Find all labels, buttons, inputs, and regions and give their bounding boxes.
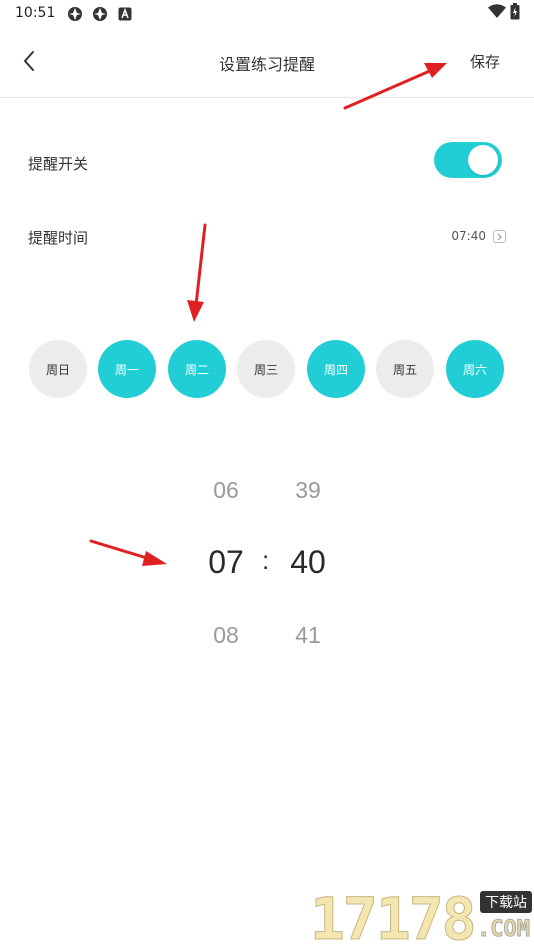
minute-selected[interactable]: 40 <box>268 544 348 581</box>
wifi-icon <box>488 3 506 23</box>
app-notification-icon <box>67 6 83 22</box>
annotation-arrow-picker <box>89 539 167 566</box>
day-chip-monday[interactable]: 周一 <box>98 340 156 398</box>
chevron-right-box-icon[interactable] <box>493 230 506 243</box>
reminder-time-value[interactable]: 07:40 <box>451 229 486 243</box>
header-bar: 设置练习提醒 保存 <box>0 28 534 98</box>
status-bar: 10:51 <box>0 0 534 28</box>
watermark-badge: 下载站 <box>480 891 532 913</box>
watermark-suffix: .COM <box>477 917 531 943</box>
hour-prev[interactable]: 06 <box>186 477 266 504</box>
hour-selected[interactable]: 07 <box>186 544 266 581</box>
day-chip-sunday[interactable]: 周日 <box>29 340 87 398</box>
battery-icon <box>510 2 520 24</box>
status-time: 10:51 <box>15 5 56 21</box>
save-button[interactable]: 保存 <box>470 51 500 72</box>
page-title: 设置练习提醒 <box>218 55 315 74</box>
app-notification-icon <box>92 6 108 22</box>
day-chip-friday[interactable]: 周五 <box>376 340 434 398</box>
annotation-arrow-day <box>187 223 207 322</box>
reminder-toggle[interactable] <box>434 142 502 178</box>
day-chip-saturday[interactable]: 周六 <box>446 340 504 398</box>
day-chip-thursday[interactable]: 周四 <box>307 340 365 398</box>
day-chip-wednesday[interactable]: 周三 <box>237 340 295 398</box>
reminder-switch-label: 提醒开关 <box>28 155 89 173</box>
minute-next[interactable]: 41 <box>268 622 348 649</box>
a-letter-icon <box>118 6 134 22</box>
toggle-knob <box>468 145 498 175</box>
site-watermark: 17178 下载站 .COM <box>310 885 534 950</box>
watermark-digits: 17178 <box>310 885 478 950</box>
minute-prev[interactable]: 39 <box>268 477 348 504</box>
day-chip-tuesday[interactable]: 周二 <box>168 340 226 398</box>
hour-next[interactable]: 08 <box>186 622 266 649</box>
reminder-time-label: 提醒时间 <box>28 229 89 247</box>
weekday-selector: 周日 周一 周二 周三 周四 周五 周六 <box>0 340 534 398</box>
